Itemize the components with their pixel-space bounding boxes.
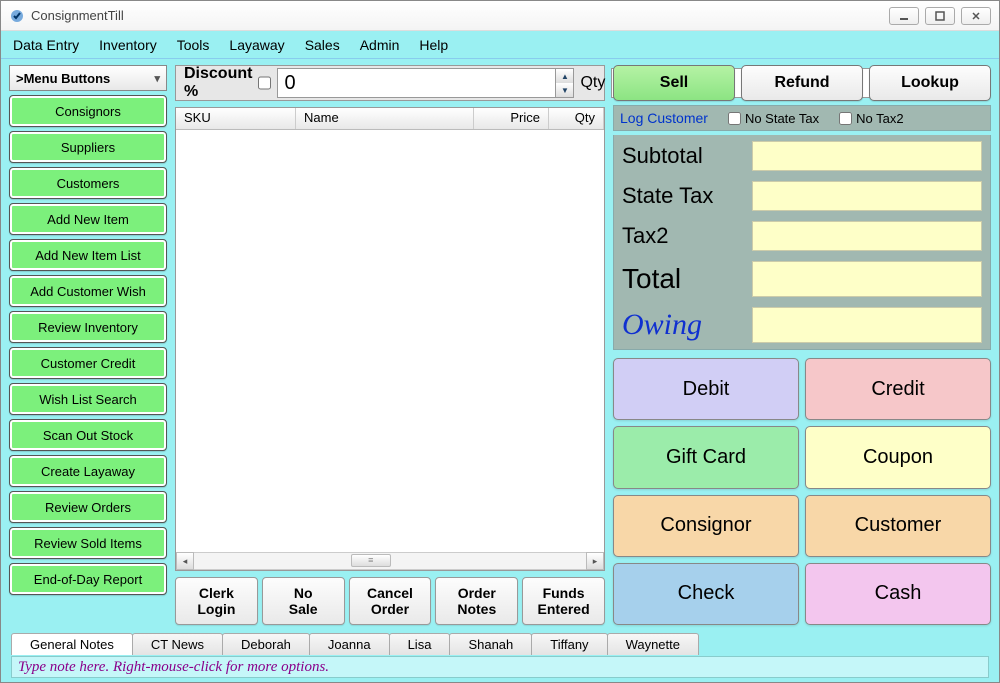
discount-label: Discount % (184, 65, 252, 101)
sidebar-add-new-item-list[interactable]: Add New Item List (9, 239, 167, 271)
owing-value (752, 307, 982, 343)
discount-input[interactable] (277, 68, 556, 98)
right-panel: Sell Refund Lookup Log Customer No State… (613, 65, 991, 625)
sidebar-customer-credit[interactable]: Customer Credit (9, 347, 167, 379)
main-area: >Menu Buttons Consignors Suppliers Custo… (1, 59, 999, 629)
menu-buttons-dropdown[interactable]: >Menu Buttons (9, 65, 167, 91)
owing-label: Owing (622, 308, 752, 342)
tab-waynette[interactable]: Waynette (607, 633, 699, 655)
tab-deborah[interactable]: Deborah (222, 633, 310, 655)
discount-checkbox[interactable] (258, 76, 271, 90)
col-qty[interactable]: Qty (549, 108, 604, 129)
menu-tools[interactable]: Tools (177, 37, 210, 53)
grid-header: SKU Name Price Qty (176, 108, 604, 130)
statetax-value (752, 181, 982, 211)
col-price[interactable]: Price (474, 108, 549, 129)
col-sku[interactable]: SKU (176, 108, 296, 129)
menu-layaway[interactable]: Layaway (229, 37, 284, 53)
discount-up[interactable]: ▲ (556, 69, 573, 83)
clerk-login-button[interactable]: ClerkLogin (175, 577, 258, 625)
statetax-label: State Tax (622, 183, 752, 209)
menu-sales[interactable]: Sales (305, 37, 340, 53)
lookup-button[interactable]: Lookup (869, 65, 991, 101)
sidebar-customers[interactable]: Customers (9, 167, 167, 199)
pay-giftcard-button[interactable]: Gift Card (613, 426, 799, 488)
pay-debit-button[interactable]: Debit (613, 358, 799, 420)
tab-ct-news[interactable]: CT News (132, 633, 223, 655)
close-button[interactable] (961, 7, 991, 25)
sidebar-wish-list-search[interactable]: Wish List Search (9, 383, 167, 415)
refund-button[interactable]: Refund (741, 65, 863, 101)
pay-customer-button[interactable]: Customer (805, 495, 991, 557)
sidebar-scan-out-stock[interactable]: Scan Out Stock (9, 419, 167, 451)
qty-label: Qty (580, 74, 605, 92)
menu-inventory[interactable]: Inventory (99, 37, 157, 53)
order-notes-button[interactable]: OrderNotes (435, 577, 518, 625)
menu-data-entry[interactable]: Data Entry (13, 37, 79, 53)
cancel-order-button[interactable]: CancelOrder (349, 577, 432, 625)
payment-grid: Debit Credit Gift Card Coupon Consignor … (613, 358, 991, 625)
tab-lisa[interactable]: Lisa (389, 633, 451, 655)
discount-down[interactable]: ▼ (556, 83, 573, 97)
menubar: Data Entry Inventory Tools Layaway Sales… (1, 31, 999, 59)
sidebar: >Menu Buttons Consignors Suppliers Custo… (9, 65, 167, 625)
notes-tabs: General Notes CT News Deborah Joanna Lis… (1, 629, 999, 654)
scroll-thumb[interactable] (351, 554, 391, 567)
sell-button[interactable]: Sell (613, 65, 735, 101)
app-icon (9, 8, 25, 24)
no-sale-button[interactable]: NoSale (262, 577, 345, 625)
subtotal-value (752, 141, 982, 171)
scroll-left[interactable]: ◂ (176, 552, 194, 570)
scroll-right[interactable]: ▸ (586, 552, 604, 570)
log-customer-link[interactable]: Log Customer (620, 110, 708, 126)
col-name[interactable]: Name (296, 108, 474, 129)
titlebar: ConsignmentTill (1, 1, 999, 31)
window-controls (889, 7, 991, 25)
tab-joanna[interactable]: Joanna (309, 633, 390, 655)
tab-tiffany[interactable]: Tiffany (531, 633, 607, 655)
app-window: ConsignmentTill Data Entry Inventory Too… (0, 0, 1000, 683)
total-label: Total (622, 263, 752, 295)
sidebar-end-of-day-report[interactable]: End-of-Day Report (9, 563, 167, 595)
no-state-tax-check[interactable]: No State Tax (728, 111, 819, 126)
pay-check-button[interactable]: Check (613, 563, 799, 625)
app-title: ConsignmentTill (31, 8, 889, 23)
tab-shanah[interactable]: Shanah (449, 633, 532, 655)
sidebar-suppliers[interactable]: Suppliers (9, 131, 167, 163)
center-panel: Discount % ▲▼ Qty ▲▼ SKU Name Price (175, 65, 605, 625)
options-row: Log Customer No State Tax No Tax2 (613, 105, 991, 131)
note-input[interactable] (11, 656, 989, 678)
item-grid: SKU Name Price Qty ◂ ▸ (175, 107, 605, 571)
maximize-button[interactable] (925, 7, 955, 25)
sidebar-consignors[interactable]: Consignors (9, 95, 167, 127)
funds-entered-button[interactable]: FundsEntered (522, 577, 605, 625)
tab-general-notes[interactable]: General Notes (11, 633, 133, 655)
no-tax2-check[interactable]: No Tax2 (839, 111, 903, 126)
totals-panel: Subtotal State Tax Tax2 Total Owing (613, 135, 991, 350)
menu-help[interactable]: Help (419, 37, 448, 53)
total-value (752, 261, 982, 297)
sidebar-add-customer-wish[interactable]: Add Customer Wish (9, 275, 167, 307)
sidebar-review-inventory[interactable]: Review Inventory (9, 311, 167, 343)
menu-admin[interactable]: Admin (360, 37, 400, 53)
mode-buttons: Sell Refund Lookup (613, 65, 991, 101)
minimize-button[interactable] (889, 7, 919, 25)
pay-cash-button[interactable]: Cash (805, 563, 991, 625)
sidebar-review-sold-items[interactable]: Review Sold Items (9, 527, 167, 559)
sidebar-review-orders[interactable]: Review Orders (9, 491, 167, 523)
sidebar-create-layaway[interactable]: Create Layaway (9, 455, 167, 487)
discount-spinner: ▲▼ (277, 68, 574, 98)
grid-hscroll[interactable]: ◂ ▸ (176, 552, 604, 570)
tax2-value (752, 221, 982, 251)
discount-row: Discount % ▲▼ Qty ▲▼ (175, 65, 605, 101)
action-row: ClerkLogin NoSale CancelOrder OrderNotes… (175, 577, 605, 625)
sidebar-add-new-item[interactable]: Add New Item (9, 203, 167, 235)
pay-credit-button[interactable]: Credit (805, 358, 991, 420)
pay-coupon-button[interactable]: Coupon (805, 426, 991, 488)
subtotal-label: Subtotal (622, 143, 752, 169)
note-area (1, 654, 999, 682)
tax2-label: Tax2 (622, 223, 752, 249)
pay-consignor-button[interactable]: Consignor (613, 495, 799, 557)
grid-body[interactable] (176, 130, 604, 552)
